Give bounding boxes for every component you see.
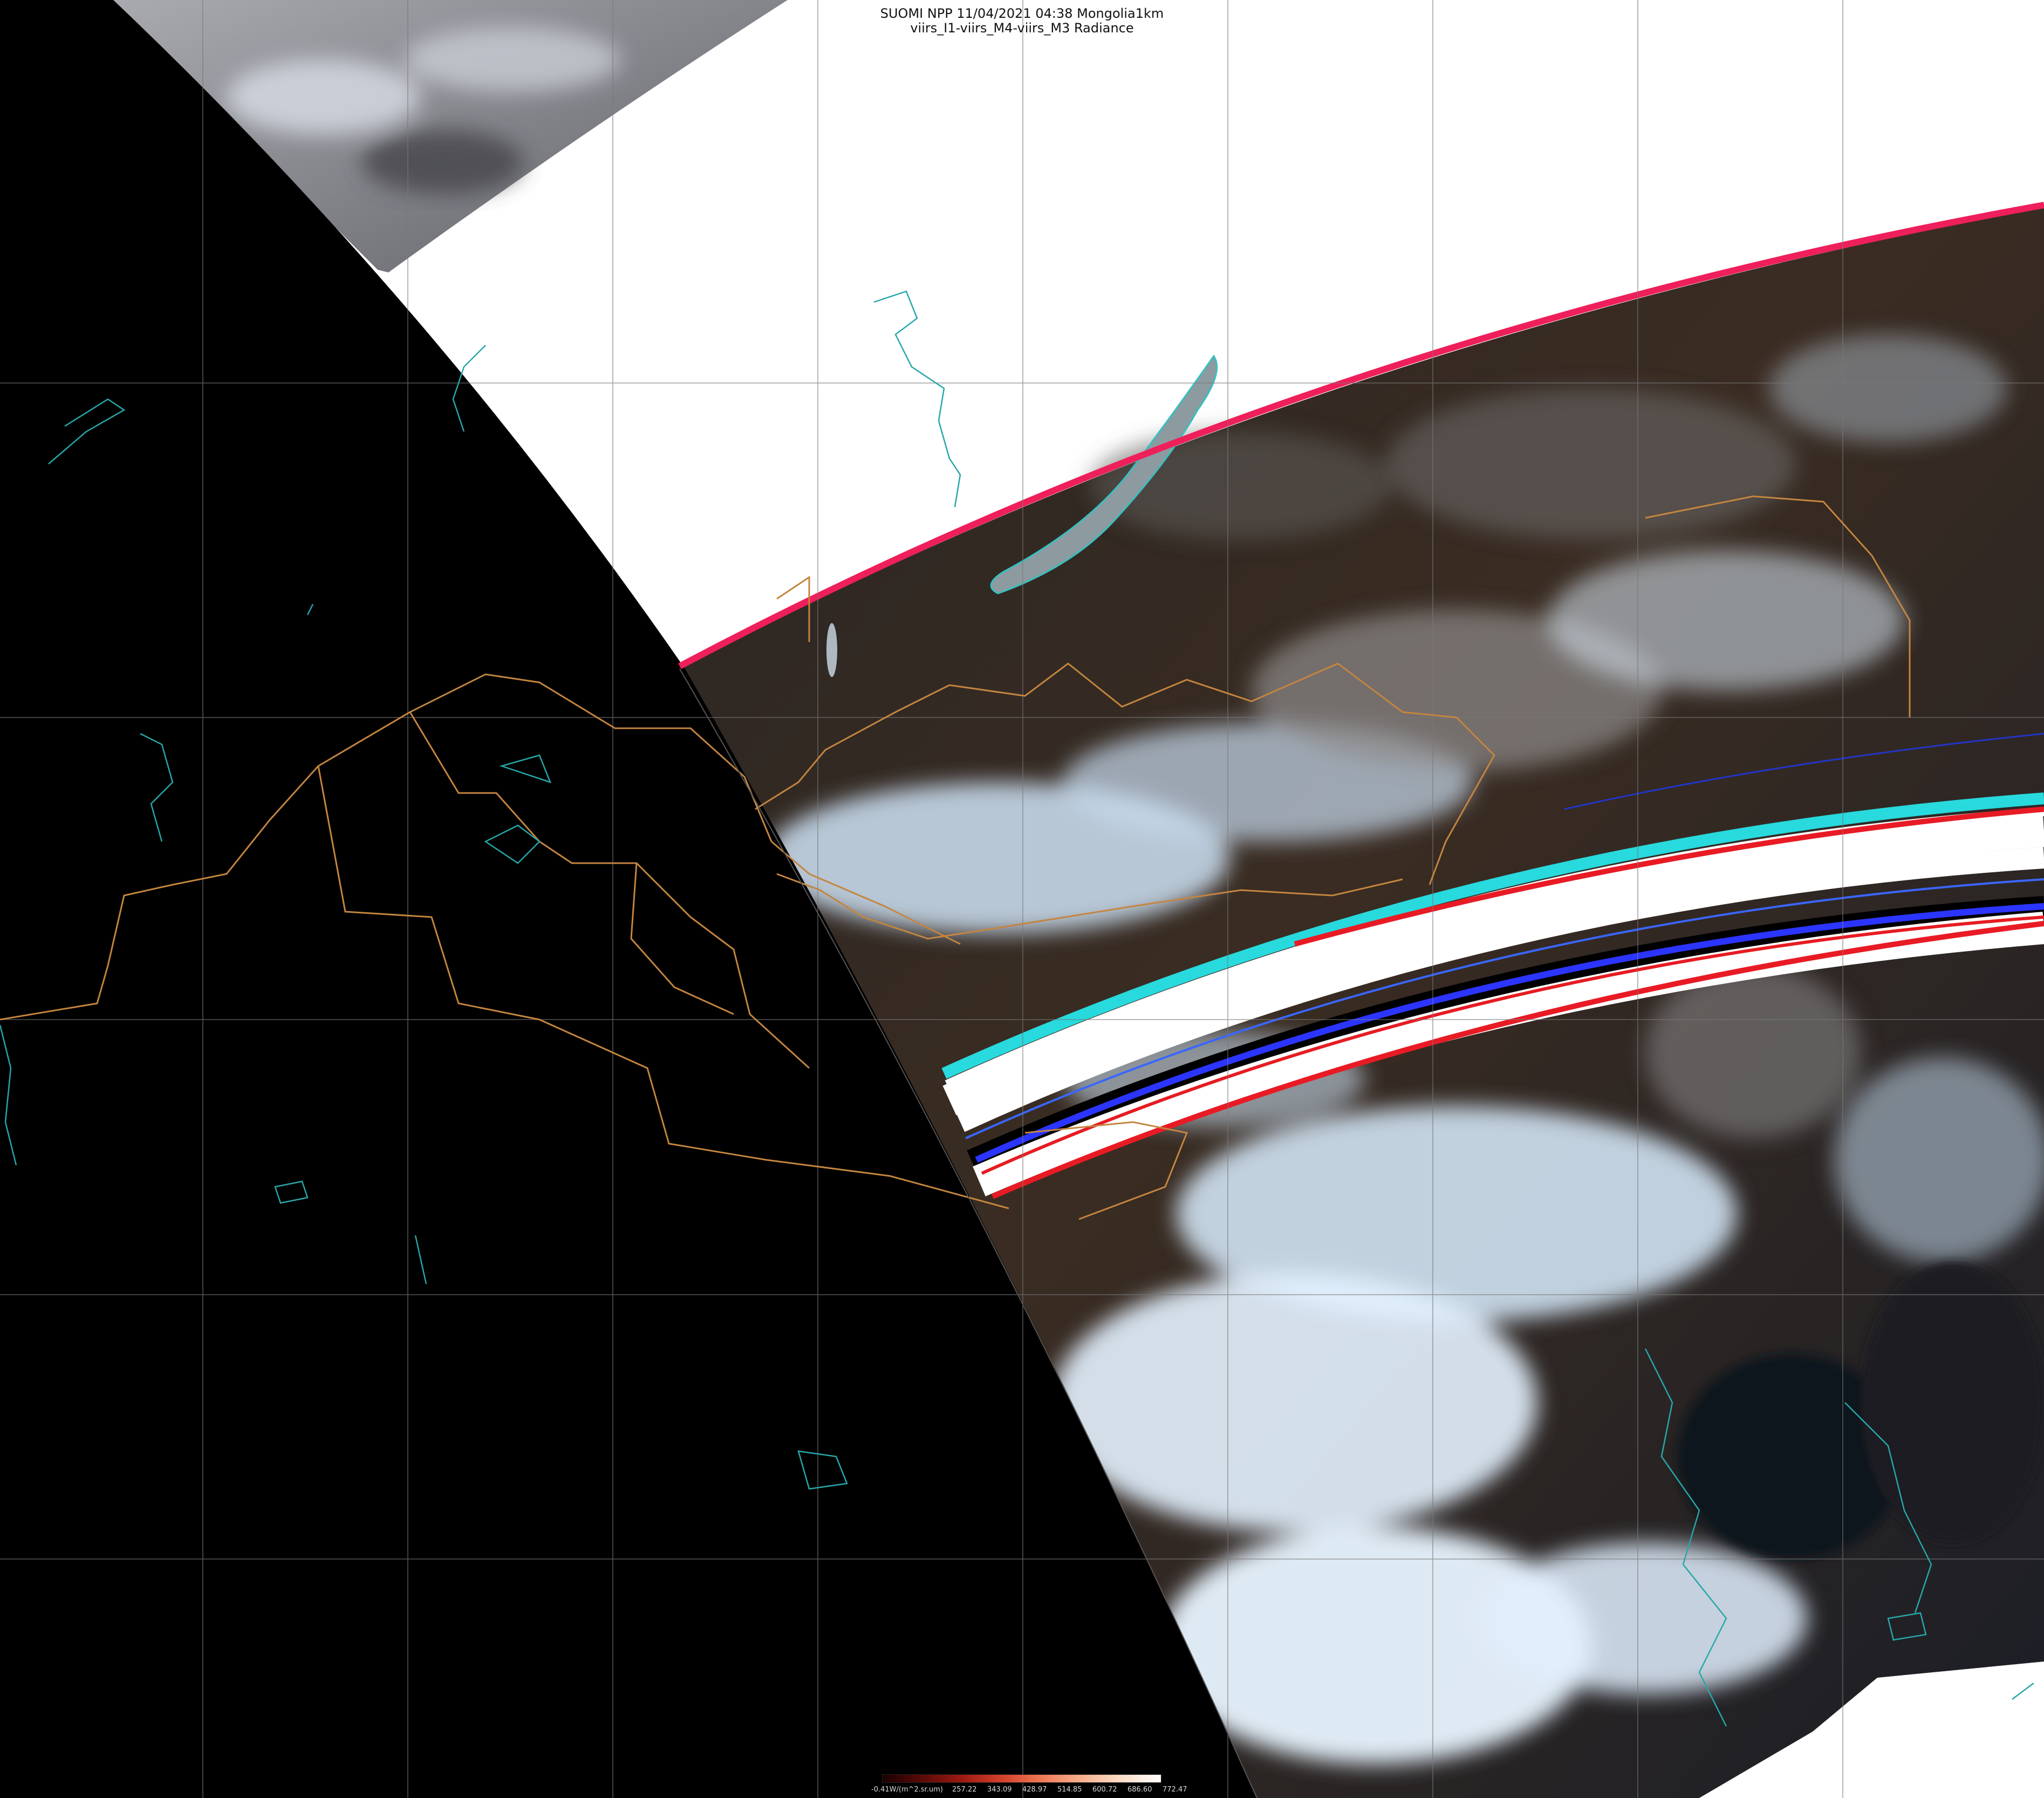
colorbar-tick: 514.85 — [1057, 1786, 1082, 1794]
colorbar-tick: 343.09 — [987, 1786, 1012, 1794]
map-title: SUOMI NPP 11/04/2021 04:38 Mongolia1km v… — [0, 6, 2044, 36]
satellite-map[interactable] — [0, 0, 2044, 1798]
colorbar-tick: 772.47 — [1163, 1786, 1187, 1794]
colorbar-tick: -0.41W/(m^2.sr.um) — [871, 1786, 943, 1794]
colorbar-tick: 428.97 — [1022, 1786, 1047, 1794]
colorbar-tick: 600.72 — [1092, 1786, 1117, 1794]
colorbar-tick: 257.22 — [952, 1786, 977, 1794]
colorbar — [882, 1774, 1161, 1783]
colorbar-labels: -0.41W/(m^2.sr.um) 257.22 343.09 428.97 … — [871, 1786, 1187, 1796]
lake-khovsgol — [826, 623, 837, 677]
title-line-2: viirs_I1-viirs_M4-viirs_M3 Radiance — [910, 20, 1134, 36]
colorbar-tick: 686.60 — [1127, 1786, 1152, 1794]
title-line-1: SUOMI NPP 11/04/2021 04:38 Mongolia1km — [880, 6, 1164, 21]
